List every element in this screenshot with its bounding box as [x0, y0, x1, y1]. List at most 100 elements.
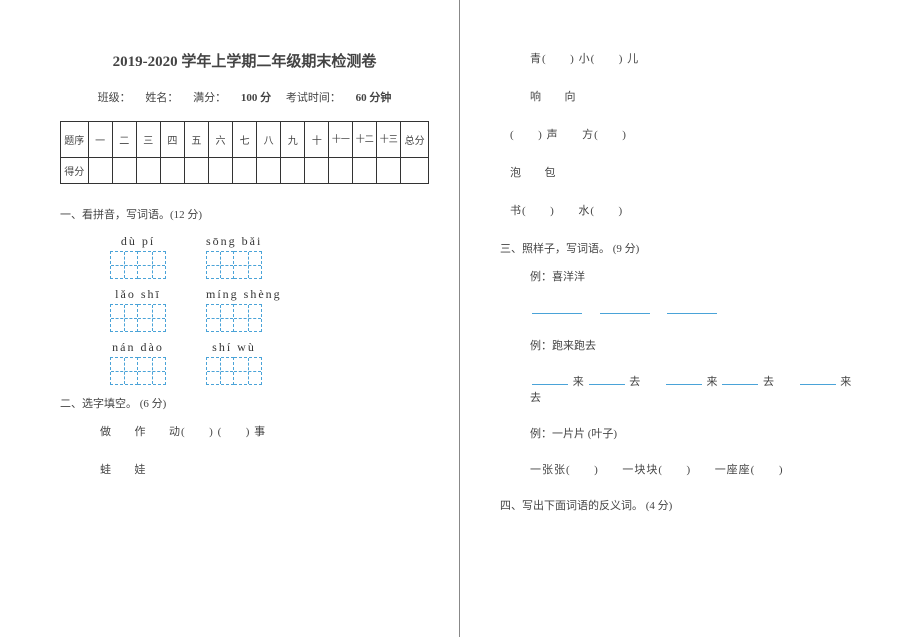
score-cell — [281, 158, 305, 184]
r-text: ) — [594, 464, 599, 476]
exam-meta: 班级： 姓名： 满分： 100 分 考试时间： 60 分钟 — [60, 89, 429, 105]
char-box — [138, 304, 166, 332]
score-cell — [88, 158, 112, 184]
char-boxes — [110, 251, 166, 279]
char-boxes — [110, 304, 166, 332]
r-text: ) — [687, 464, 692, 476]
q2-char: 作 — [135, 426, 146, 438]
q4-title: 四、写出下面词语的反义词。 (4 分) — [500, 497, 880, 513]
pinyin-item: shí wù — [206, 340, 262, 385]
char-box — [206, 304, 234, 332]
total-cell: 总分 — [401, 122, 429, 158]
r-char: 来 — [573, 376, 584, 388]
col-cell: 九 — [281, 122, 305, 158]
full-value: 100 分 — [241, 92, 271, 104]
blank-line — [667, 304, 717, 314]
char-boxes — [206, 357, 262, 385]
score-table: 题序 一 二 三 四 五 六 七 八 九 十 十一 十二 十三 总分 得分 — [60, 121, 429, 184]
col-cell: 十 — [305, 122, 329, 158]
score-cell — [112, 158, 136, 184]
score-cell — [136, 158, 160, 184]
q1-title: 一、看拼音，写词语。(12 分) — [60, 206, 429, 222]
pinyin-label: dù pí — [110, 234, 166, 249]
r-text: 书( — [510, 205, 527, 217]
char-boxes — [206, 304, 282, 332]
r-char: 泡 — [510, 167, 521, 179]
r-char: 去 — [629, 376, 640, 388]
pinyin-label: lǎo shī — [110, 287, 166, 302]
char-box — [234, 304, 262, 332]
col-cell: 三 — [136, 122, 160, 158]
score-cell — [377, 158, 401, 184]
table-header-row: 题序 一 二 三 四 五 六 七 八 九 十 十一 十二 十三 总分 — [61, 122, 429, 158]
q2-char: 娃 — [135, 464, 146, 476]
q3-ex1: 例：喜洋洋 — [530, 268, 880, 284]
pinyin-item: nán dào — [110, 340, 166, 385]
right-column: 青( ) 小( ) 儿 响 向 ( ) 声 方( ) 泡 包 书( — [460, 0, 920, 637]
r-text: 方( — [582, 129, 599, 141]
r-text: ) — [622, 129, 627, 141]
exam-page: 2019-2020 学年上学期二年级期末检测卷 班级： 姓名： 满分： 100 … — [0, 0, 920, 637]
exam-title: 2019-2020 学年上学期二年级期末检测卷 — [60, 50, 429, 71]
r-char: 包 — [545, 167, 556, 179]
r-text: ) 声 — [538, 129, 558, 141]
char-box — [110, 357, 138, 385]
r-char: 来 — [707, 376, 718, 388]
r-text: 一张张( — [530, 464, 571, 476]
score-cell — [233, 158, 257, 184]
table-score-row: 得分 — [61, 158, 429, 184]
pinyin-row: lǎo shī míng shèng — [110, 287, 429, 332]
r-char: 去 — [530, 392, 541, 404]
r-char: 来 — [840, 376, 851, 388]
col-cell: 七 — [233, 122, 257, 158]
score-cell — [401, 158, 429, 184]
name-label: 姓名： — [145, 92, 178, 104]
col-cell: 十一 — [329, 122, 353, 158]
time-label: 考试时间： — [286, 92, 341, 104]
col-cell: 八 — [257, 122, 281, 158]
pinyin-item: dù pí — [110, 234, 166, 279]
blank-line — [532, 375, 568, 385]
hdr-cell: 题序 — [61, 122, 89, 158]
blank-line — [532, 304, 582, 314]
score-cell — [329, 158, 353, 184]
blank-line — [589, 375, 625, 385]
q2-row1: 做 作 动( ) ( ) 事 — [100, 423, 429, 439]
full-label: 满分： — [193, 92, 226, 104]
char-box — [110, 304, 138, 332]
q3-blank-row1 — [530, 304, 880, 317]
col-cell: 四 — [160, 122, 184, 158]
char-box — [234, 357, 262, 385]
blank-line — [666, 375, 702, 385]
blank-line — [600, 304, 650, 314]
char-boxes — [206, 251, 262, 279]
r-line4: 泡 包 — [510, 164, 880, 180]
q2-text: 动( — [169, 426, 186, 438]
score-cell — [160, 158, 184, 184]
score-cell — [305, 158, 329, 184]
q3-ex2: 例：跑来跑去 — [530, 337, 880, 353]
q2-title: 二、选字填空。 (6 分) — [60, 395, 429, 411]
q3-title: 三、照样子，写词语。 (9 分) — [500, 240, 880, 256]
pinyin-label: shí wù — [206, 340, 262, 355]
score-cell — [208, 158, 232, 184]
r-char: 向 — [565, 91, 576, 103]
r-char: 去 — [763, 376, 774, 388]
char-box — [206, 251, 234, 279]
char-box — [234, 251, 262, 279]
pinyin-label: nán dào — [110, 340, 166, 355]
r-text: ) — [619, 205, 624, 217]
col-cell: 十二 — [353, 122, 377, 158]
q3-ex3: 例：一片片 (叶子) — [530, 425, 880, 441]
pinyin-label: sōng bǎi — [206, 234, 262, 249]
q3-blank-row2: 来 去 来 去 来 去 — [530, 373, 880, 405]
r-line3: ( ) 声 方( ) — [510, 126, 880, 142]
q2-row2: 蛙 娃 — [100, 461, 429, 477]
r-text: 水( — [578, 205, 595, 217]
char-boxes — [110, 357, 166, 385]
r-text: 青( — [530, 53, 547, 65]
char-box — [110, 251, 138, 279]
score-hdr: 得分 — [61, 158, 89, 184]
q2-char: 蛙 — [100, 464, 111, 476]
char-box — [206, 357, 234, 385]
